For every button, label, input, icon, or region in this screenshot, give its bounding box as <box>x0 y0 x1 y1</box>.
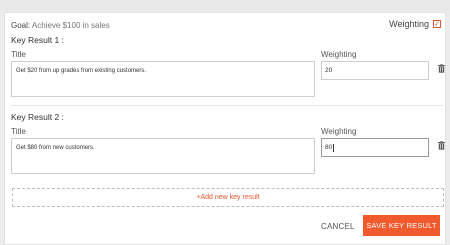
weighting-toggle-label: Weighting <box>389 19 429 29</box>
key-result-2-weighting-value: 80 <box>325 144 333 151</box>
top-bar <box>0 0 450 10</box>
check-icon: ✓ <box>434 20 440 28</box>
key-result-2-weighting-label: Weighting <box>321 127 357 136</box>
goal-label: Goal: <box>11 21 31 30</box>
key-result-2-title-input[interactable]: Get $80 from new customers. <box>11 138 315 174</box>
key-result-1-title-label: Title <box>11 50 26 59</box>
weighting-toggle[interactable]: Weighting ✓ <box>389 19 441 29</box>
section-divider <box>11 105 443 106</box>
cancel-button[interactable]: CANCEL <box>321 222 355 231</box>
key-result-1-title-input[interactable]: Get $20 from up grades from existing cus… <box>11 61 315 97</box>
text-caret <box>333 143 335 152</box>
key-result-1-weighting-label: Weighting <box>321 50 357 59</box>
save-key-result-label: SAVE KEY RESULT <box>366 221 437 230</box>
key-result-2-heading: Key Result 2 : <box>11 112 64 122</box>
key-result-1-weighting-input[interactable]: 20 <box>321 61 429 80</box>
goal-summary: Goal: Achieve $100 in sales <box>11 21 110 30</box>
key-result-2-title-label: Title <box>11 127 26 136</box>
key-result-1-weighting-value: 20 <box>325 67 333 74</box>
key-result-2-weighting-input[interactable]: 80 <box>321 138 429 157</box>
add-key-result-button[interactable]: +Add new key result <box>12 188 444 207</box>
key-result-1-heading: Key Result 1 : <box>11 35 64 45</box>
key-results-card: Goal: Achieve $100 in sales Weighting ✓ … <box>4 12 446 245</box>
add-key-result-label: +Add new key result <box>196 194 260 201</box>
trash-icon[interactable] <box>437 141 446 150</box>
weighting-checkbox[interactable]: ✓ <box>433 20 441 28</box>
goal-text: Achieve $100 in sales <box>31 21 110 30</box>
trash-icon[interactable] <box>437 64 446 73</box>
save-key-result-button[interactable]: SAVE KEY RESULT <box>363 215 440 236</box>
